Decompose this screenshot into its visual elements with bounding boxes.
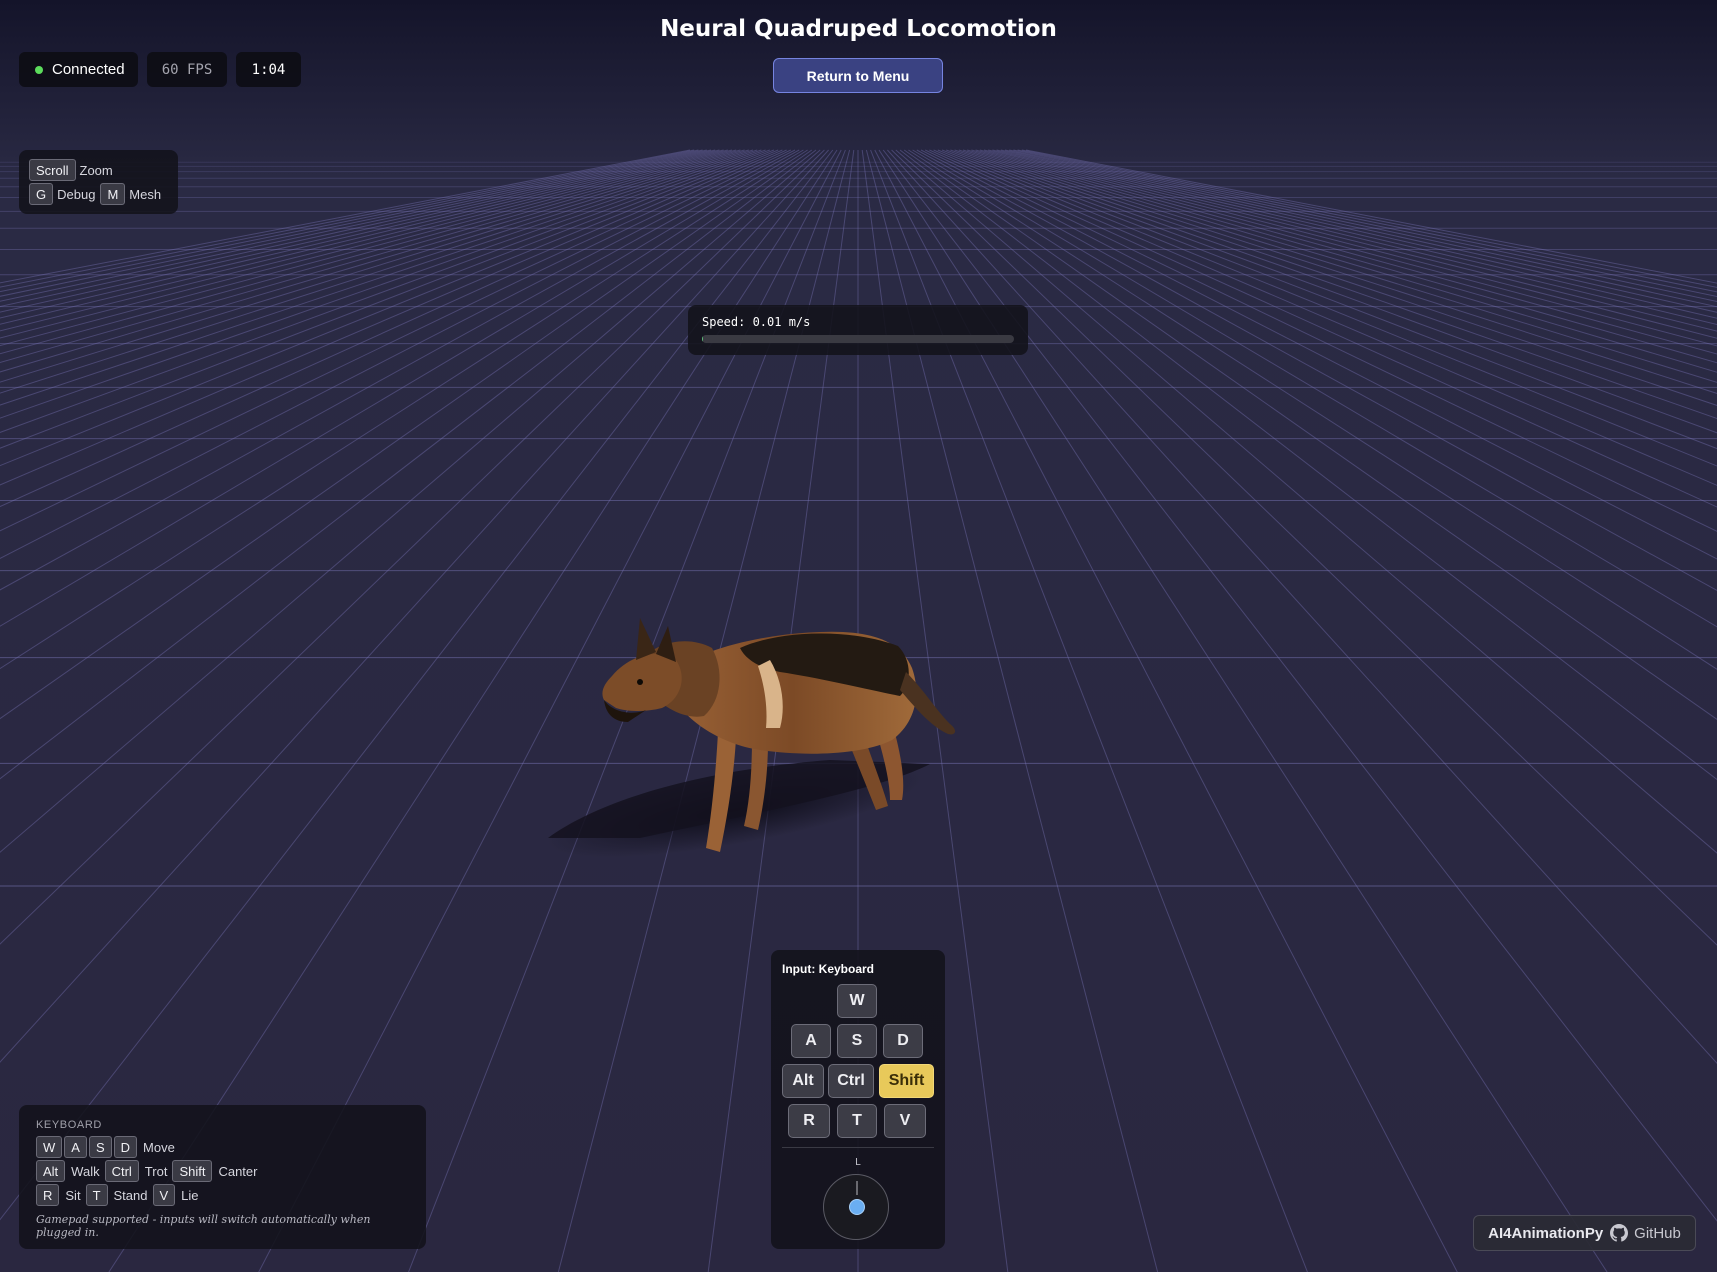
gamepad-note: Gamepad supported - inputs will switch a…: [36, 1213, 371, 1239]
github-link[interactable]: AI4AnimationPy GitHub: [1473, 1215, 1696, 1251]
stand-label: Stand: [113, 1187, 148, 1203]
left-stick-ring: [823, 1174, 889, 1240]
page-title: Neural Quadruped Locomotion: [660, 16, 1057, 42]
input-key-a: A: [791, 1024, 831, 1058]
camera-controls-row: G Debug M Mesh: [29, 182, 168, 206]
stick-direction-indicator: [856, 1181, 858, 1195]
input-key-v: V: [884, 1104, 926, 1138]
input-key-r: R: [788, 1104, 830, 1138]
speed-bar-fill: [702, 335, 704, 343]
key-m: M: [100, 183, 126, 205]
connection-status-text: Connected: [52, 61, 125, 78]
move-keys-row: W A S D Move: [36, 1135, 409, 1159]
camera-controls-panel: Scroll Zoom G Debug M Mesh: [19, 150, 178, 214]
keyboard-heading: KEYBOARD: [36, 1119, 102, 1131]
session-timer: 1:04: [236, 52, 301, 87]
gait-keys-row: Alt Walk Ctrl Trot Shift Canter: [36, 1159, 409, 1183]
lie-label: Lie: [181, 1187, 199, 1203]
input-key-d: D: [883, 1024, 923, 1058]
key-a: A: [64, 1136, 87, 1158]
zoom-label: Zoom: [79, 162, 113, 178]
key-shift: Shift: [172, 1160, 213, 1182]
input-display-panel: Input: Keyboard W A S D Alt Ctrl Shift R…: [771, 950, 945, 1249]
move-label: Move: [143, 1139, 175, 1155]
github-icon: [1610, 1224, 1629, 1242]
key-v: V: [152, 1184, 176, 1206]
mesh-label: Mesh: [129, 186, 162, 202]
speed-readout: Speed: 0.01 m/s: [702, 315, 811, 329]
sit-label: Sit: [65, 1187, 81, 1203]
input-key-shift-active: Shift: [879, 1064, 934, 1098]
pose-keys-row: R Sit T Stand V Lie: [36, 1183, 409, 1207]
key-alt: Alt: [36, 1160, 66, 1182]
github-label: GitHub: [1634, 1224, 1681, 1242]
input-divider: [782, 1147, 934, 1148]
input-key-s: S: [837, 1024, 877, 1058]
keyboard-help-panel: KEYBOARD W A S D Move Alt Walk Ctrl Trot…: [19, 1105, 426, 1249]
input-key-w: W: [837, 984, 877, 1018]
key-s: S: [88, 1136, 112, 1158]
fps-counter: 60 FPS: [147, 52, 227, 87]
status-dot-icon: [35, 65, 43, 74]
key-ctrl: Ctrl: [104, 1160, 139, 1182]
trot-label: Trot: [144, 1163, 168, 1179]
key-w: W: [36, 1136, 63, 1158]
key-d: D: [113, 1136, 138, 1158]
debug-label: Debug: [57, 186, 96, 202]
camera-controls-row: Scroll Zoom: [29, 158, 168, 182]
left-stick-label: L: [855, 1157, 861, 1168]
brand-name: AI4AnimationPy: [1488, 1224, 1604, 1242]
input-mode-title: Input: Keyboard: [782, 962, 874, 976]
connection-status-badge: Connected: [19, 52, 138, 87]
input-key-t: T: [837, 1104, 877, 1138]
speed-panel: Speed: 0.01 m/s: [688, 305, 1028, 355]
input-key-alt: Alt: [782, 1064, 824, 1098]
key-r: R: [36, 1184, 60, 1206]
walk-label: Walk: [71, 1163, 100, 1179]
return-to-menu-button[interactable]: Return to Menu: [773, 58, 943, 93]
key-t: T: [85, 1184, 108, 1206]
stick-position-dot: [849, 1199, 865, 1215]
canter-label: Canter: [218, 1163, 258, 1179]
speed-bar-track: [702, 335, 1014, 343]
key-scroll: Scroll: [29, 159, 76, 181]
input-key-ctrl: Ctrl: [828, 1064, 874, 1098]
key-g: G: [29, 183, 54, 205]
